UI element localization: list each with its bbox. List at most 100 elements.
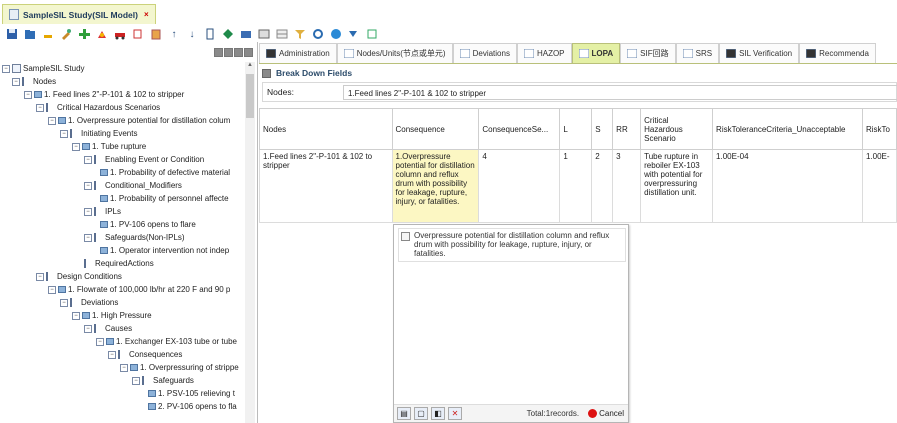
section-toggle-icon[interactable] — [262, 68, 271, 78]
tree-node[interactable]: − Critical Hazardous Scenarios — [36, 101, 160, 114]
calendar-icon[interactable] — [363, 27, 381, 41]
tree-node[interactable]: − 1. Overpressure potential for distillat… — [48, 114, 230, 127]
column-header[interactable]: ConsequenceSe... — [478, 108, 561, 150]
collapse-toggle-icon[interactable]: − — [84, 207, 92, 216]
scroll-up-icon[interactable]: ▲ — [245, 62, 255, 72]
grid-icon[interactable] — [255, 27, 273, 41]
tab-recommenda[interactable]: Recommenda — [799, 43, 876, 63]
consequence-option[interactable]: Overpressure potential for distillation … — [398, 228, 626, 262]
column-header[interactable]: S — [591, 108, 614, 150]
collapse-toggle-icon[interactable]: − — [2, 64, 10, 73]
car-icon[interactable] — [111, 27, 129, 41]
chart-icon[interactable] — [93, 27, 111, 41]
folder-icon[interactable] — [21, 27, 39, 41]
bookmark-icon[interactable] — [201, 27, 219, 41]
tab-sil-verification[interactable]: SIL Verification — [719, 43, 800, 63]
minus-icon[interactable] — [39, 27, 57, 41]
tab-sif[interactable]: SIF回路 — [620, 43, 676, 63]
tree-node[interactable]: − Deviations — [60, 296, 118, 309]
collapse-toggle-icon[interactable]: − — [48, 285, 56, 294]
column-header[interactable]: RiskToleranceCriteria_Unacceptable — [712, 108, 863, 150]
collapse-toggle-icon[interactable]: − — [60, 298, 68, 307]
tree-node[interactable]: − Initiating Events — [60, 127, 137, 140]
popup-select-all-button[interactable]: ▤ — [397, 407, 411, 420]
column-header[interactable]: L — [559, 108, 593, 150]
column-header[interactable]: RiskTo — [861, 108, 897, 150]
save-icon[interactable] — [3, 27, 21, 41]
collapse-toggle-icon[interactable]: − — [60, 129, 68, 138]
collapse-toggle-icon[interactable]: − — [84, 155, 92, 164]
add-icon[interactable] — [75, 27, 93, 41]
table-cell[interactable]: 1.Overpressure potential for distillatio… — [391, 149, 480, 223]
table-cell[interactable]: Tube rupture in reboiler EX-103 with pot… — [640, 149, 714, 223]
collapse-toggle-icon[interactable]: − — [96, 337, 104, 346]
panel-maximize-icon[interactable] — [244, 47, 253, 57]
table-cell[interactable]: 1.Feed lines 2"-P-101 & 102 to stripper — [259, 149, 393, 223]
option-checkbox[interactable] — [401, 232, 410, 241]
tree-node[interactable]: − 1. Tube rupture — [72, 140, 146, 153]
tree-node[interactable]: − 1. Feed lines 2"-P-101 & 102 to strippe… — [24, 88, 184, 101]
table-icon[interactable] — [273, 27, 291, 41]
collapse-toggle-icon[interactable]: − — [84, 324, 92, 333]
document-tab[interactable]: SampleSIL Study(SIL Model) × — [2, 4, 156, 24]
tree-node[interactable]: 1. PV-106 opens to flare — [100, 218, 196, 231]
collapse-toggle-icon[interactable]: − — [132, 376, 140, 385]
dropdown-icon[interactable] — [345, 27, 363, 41]
collapse-toggle-icon[interactable]: − — [36, 272, 44, 281]
table-cell[interactable]: 1.00E- — [861, 149, 897, 223]
tree-node[interactable]: 1. Probability of defective material — [100, 166, 230, 179]
card-icon[interactable] — [237, 27, 255, 41]
tree-scrollbar[interactable]: ▲ — [245, 62, 255, 423]
tree-node[interactable]: 1. Operator intervention not indep — [100, 244, 229, 257]
collapse-toggle-icon[interactable]: − — [108, 350, 116, 359]
tree-node[interactable]: − Conditional_Modifiers — [84, 179, 182, 192]
panel-restore-icon[interactable] — [234, 47, 243, 57]
collapse-toggle-icon[interactable]: − — [36, 103, 44, 112]
tree-node[interactable]: RequiredActions — [84, 257, 154, 270]
tab-deviations[interactable]: Deviations — [452, 43, 517, 63]
column-header[interactable]: Consequence — [391, 108, 480, 150]
collapse-toggle-icon[interactable]: − — [84, 233, 92, 242]
tree-node[interactable]: − 1. High Pressure — [72, 309, 152, 322]
tree-node[interactable]: − Safeguards — [132, 374, 194, 387]
tab-administration[interactable]: Administration — [259, 43, 337, 63]
column-header[interactable]: RR — [612, 108, 642, 150]
tree-node[interactable]: − Safeguards(Non-IPLs) — [84, 231, 185, 244]
up-arrow-icon[interactable]: ↑ — [165, 27, 183, 41]
table-cell[interactable]: 1.00E-04 — [712, 149, 863, 223]
tree-node[interactable]: − IPLs — [84, 205, 121, 218]
popup-delete-button[interactable]: ✕ — [448, 407, 462, 420]
down-arrow-icon[interactable]: ↓ — [183, 27, 201, 41]
tab-nodes-units[interactable]: Nodes/Units(节点或单元) — [336, 43, 453, 63]
table-cell[interactable]: 4 — [478, 149, 561, 223]
collapse-toggle-icon[interactable]: − — [72, 311, 80, 320]
break-down-fields-header[interactable]: Break Down Fields — [262, 66, 897, 80]
scroll-thumb[interactable] — [246, 74, 254, 118]
tree-node[interactable]: − Consequences — [108, 348, 182, 361]
tree-node[interactable]: − Design Conditions — [36, 270, 122, 283]
tree-node[interactable]: 1. Probability of personnel affecte — [100, 192, 229, 205]
tag-icon[interactable] — [219, 27, 237, 41]
collapse-toggle-icon[interactable]: − — [12, 77, 20, 86]
table-cell[interactable]: 2 — [591, 149, 614, 223]
tree-node[interactable]: − Causes — [84, 322, 132, 335]
collapse-toggle-icon[interactable]: − — [24, 90, 32, 99]
column-header[interactable]: Critical Hazardous Scenario — [640, 108, 714, 150]
table-cell[interactable]: 1 — [559, 149, 593, 223]
tree-node[interactable]: − 1. Overpressuring of strippe — [120, 361, 239, 374]
panel-collapse-icon[interactable] — [214, 47, 223, 57]
tree-node[interactable]: 2. PV-106 opens to fla — [148, 400, 237, 413]
tree-node[interactable]: − 1. Exchanger EX-103 tube or tube — [96, 335, 237, 348]
table-cell[interactable]: 3 — [612, 149, 642, 223]
tab-hazop[interactable]: HAZOP — [516, 43, 572, 63]
tree-node[interactable]: 1. PSV-105 relieving t — [148, 387, 235, 400]
tree-node[interactable]: − SampleSIL Study — [2, 62, 85, 75]
column-header[interactable]: Nodes — [259, 108, 393, 150]
info-icon[interactable] — [327, 27, 345, 41]
collapse-toggle-icon[interactable]: − — [120, 363, 128, 372]
tools-icon[interactable] — [57, 27, 75, 41]
popup-new-button[interactable]: ▢ — [414, 407, 428, 420]
paste-icon[interactable] — [147, 27, 165, 41]
tab-srs[interactable]: SRS — [675, 43, 720, 63]
collapse-toggle-icon[interactable]: − — [48, 116, 56, 125]
